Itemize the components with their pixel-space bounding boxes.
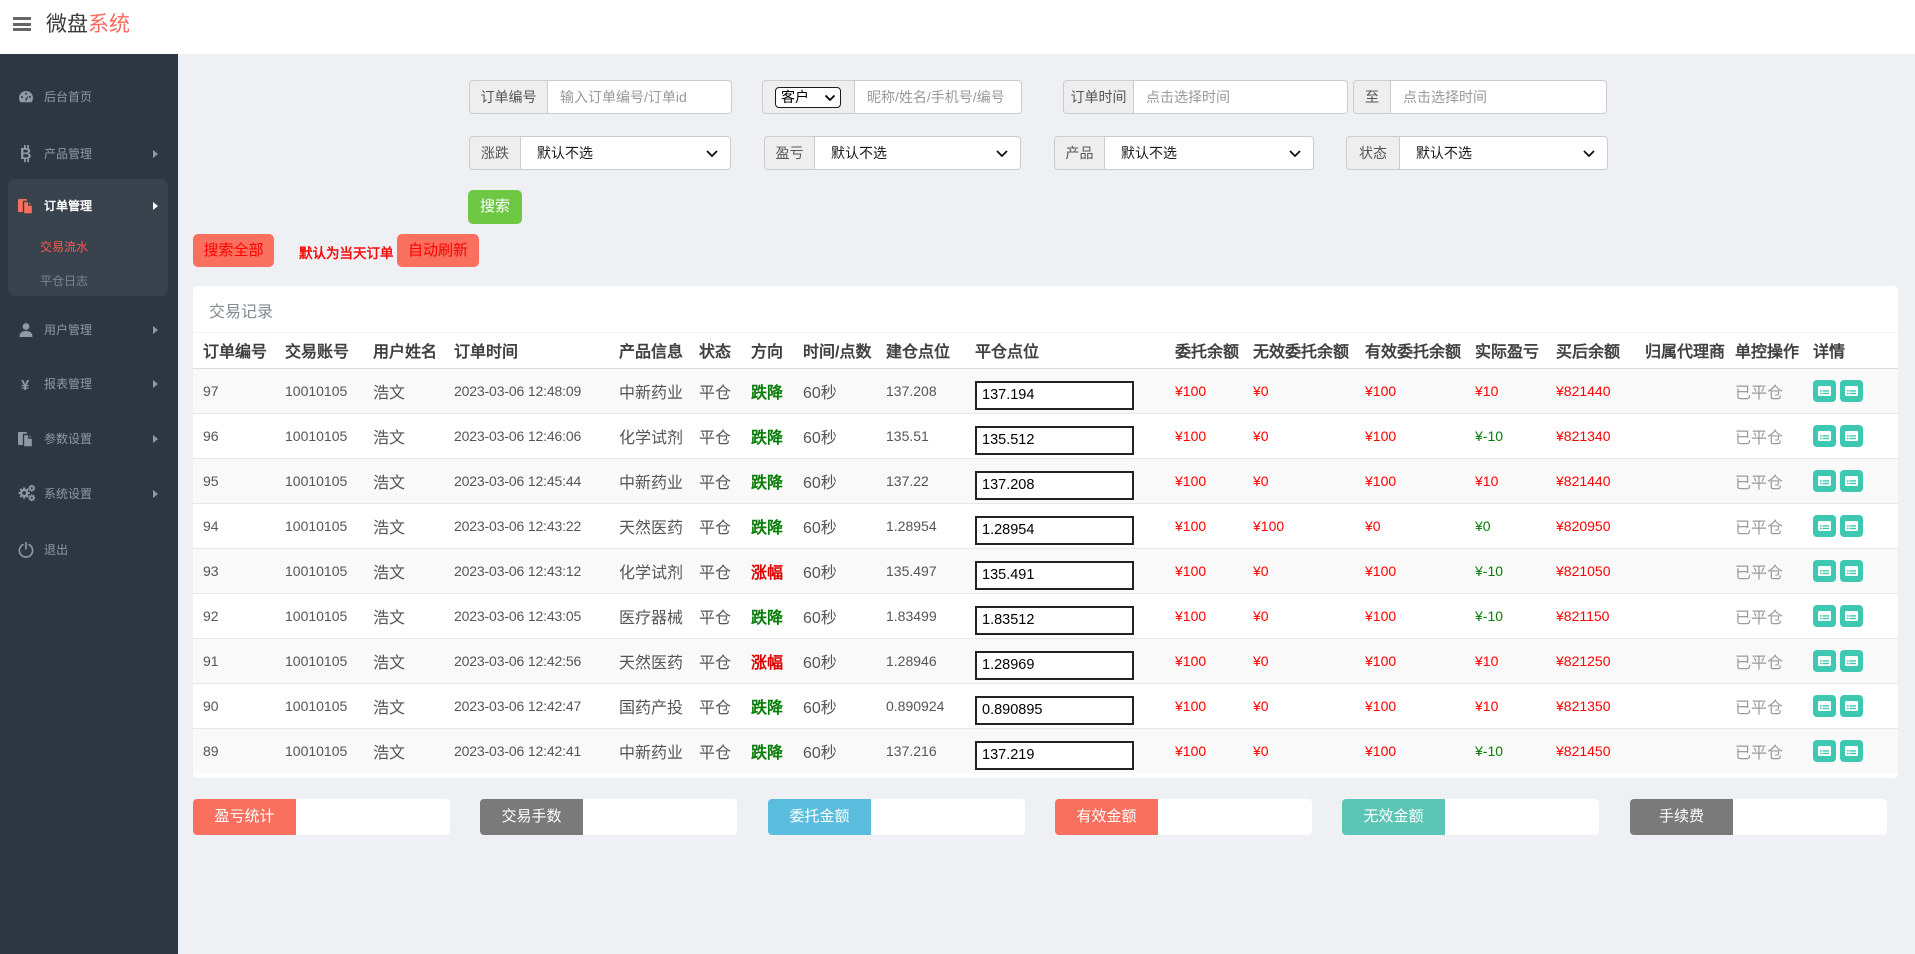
svg-text:¥: ¥	[21, 377, 30, 392]
